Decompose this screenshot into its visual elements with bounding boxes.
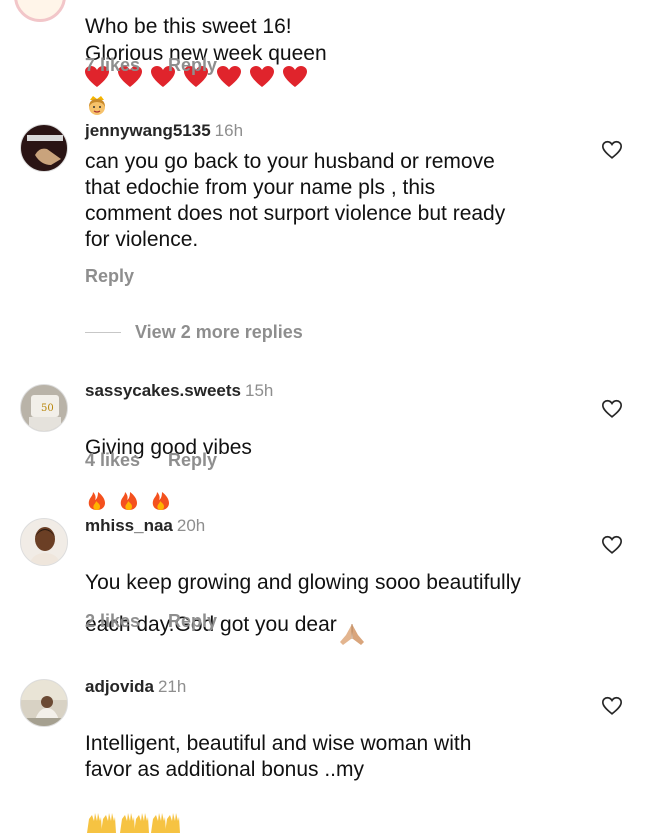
comment-text: You keep growing and glowing sooo beauti… [85,544,585,655]
comment-meta: adjovida 21h [85,677,186,697]
svg-text:50: 50 [41,403,54,414]
reply-button[interactable]: Reply [168,450,217,470]
heart-outline-icon[interactable] [601,695,623,717]
avatar[interactable] [20,124,68,172]
timestamp: 16h [214,121,244,140]
comment-actions: Reply [85,266,162,287]
likes-count[interactable]: 4 likes [85,450,140,470]
username-link[interactable]: mhiss_naa [85,516,173,535]
avatar[interactable] [20,518,68,566]
divider-line [85,332,121,333]
avatar[interactable]: 50 [20,384,68,432]
avatar[interactable] [14,0,66,22]
heart-outline-icon[interactable] [601,139,623,161]
timestamp: 15h [244,381,274,400]
reply-button[interactable]: Reply [168,611,217,631]
heart-outline-icon[interactable] [601,398,623,420]
view-more-replies-label: View 2 more replies [135,322,303,342]
username-link[interactable]: jennywang5135 [85,121,211,140]
likes-count[interactable]: 7 likes [85,55,140,75]
username-link[interactable]: adjovida [85,677,154,696]
comment-text: Intelligent, beautiful and wise woman wi… [85,705,585,840]
username-link[interactable]: sassycakes.sweets [85,381,241,400]
timestamp: 21h [157,677,187,696]
folded-hands-emoji [337,596,367,655]
avatar[interactable] [20,679,68,727]
view-more-replies-button[interactable]: View 2 more replies [85,322,303,343]
likes-count[interactable]: 2 likes [85,611,140,631]
reply-button[interactable]: Reply [85,266,134,286]
comment-actions: 2 likes Reply [85,611,245,632]
reply-button[interactable]: Reply [168,55,217,75]
heart-outline-icon[interactable] [601,534,623,556]
comment-actions: 7 likes Reply [85,55,245,76]
raising-hands-emoji [85,783,181,840]
comment-actions: 4 likes Reply [85,450,245,471]
comment-text: can you go back to your husband or remov… [85,150,506,251]
timestamp: 20h [176,516,206,535]
comment-meta: mhiss_naa 20h [85,516,205,536]
comment-meta: jennywang5135 16h [85,121,243,141]
comment-meta: sassycakes.sweets 15h [85,381,273,401]
